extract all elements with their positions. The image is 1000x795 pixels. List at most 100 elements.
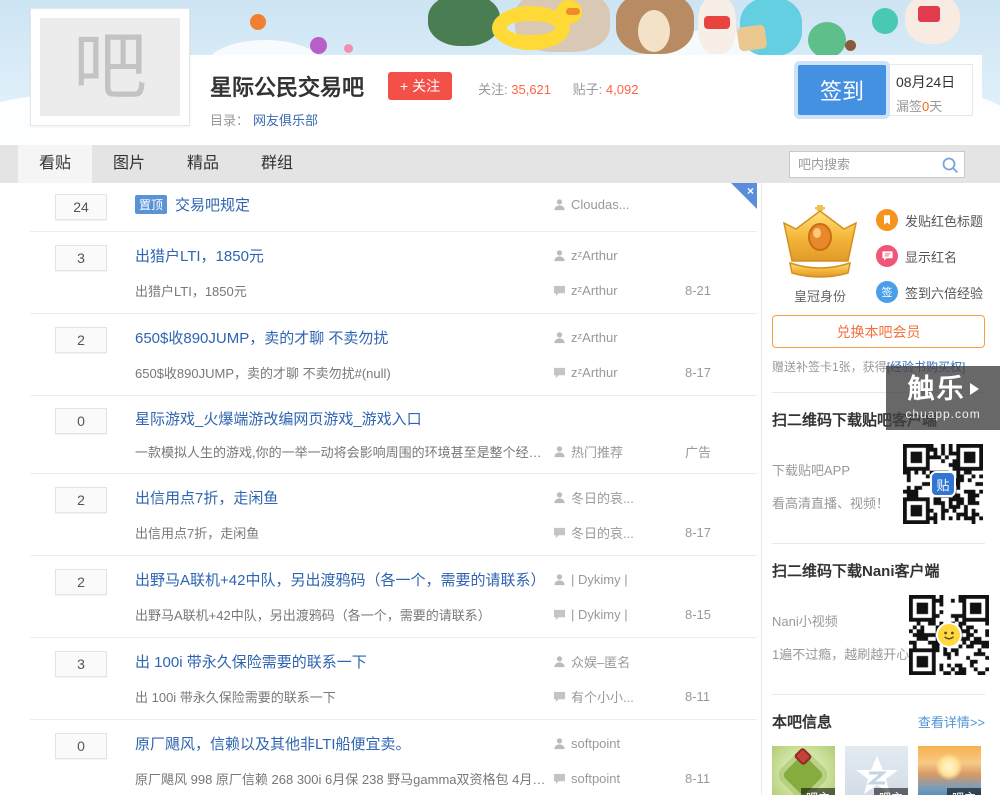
reply-count: 0 — [55, 733, 107, 759]
table-row: 2 出野马A联机+42中队，另出渡鸦码（各一个，需要的请联系） | Dykimy… — [30, 556, 757, 638]
thread-title[interactable]: 出 100i 带永久保险需要的联系一下 — [135, 651, 553, 672]
manager-item[interactable]: 吧主 Cloudas... — [772, 746, 835, 795]
tab-pictures[interactable]: 图片 — [92, 145, 166, 183]
thread-author[interactable]: zᶻArthur — [553, 330, 685, 345]
tab-bar: 看贴 图片 精品 群组 — [0, 145, 1000, 183]
manager-badge: 吧主 — [873, 788, 908, 795]
avatar: 吧主 — [772, 746, 835, 795]
last-replier[interactable]: zᶻArthur — [553, 365, 685, 380]
table-row: 2 出信用点7折，走闲鱼 冬日的哀... 出信用点7折，走闲鱼 冬日的哀... — [30, 474, 757, 556]
thread-title[interactable]: 出野马A联机+42中队，另出渡鸦码（各一个，需要的请联系） — [135, 569, 553, 590]
thread-abstract: 出信用点7折，走闲鱼 — [135, 526, 260, 541]
breadcrumb: 目录： 网友俱乐部 — [210, 110, 318, 129]
reply-icon — [553, 609, 566, 620]
last-reply-date: 8-21 — [685, 283, 712, 298]
tab-featured[interactable]: 精品 — [166, 145, 240, 183]
banner-character — [428, 0, 500, 46]
reply-count: 2 — [55, 487, 107, 513]
close-icon[interactable]: × — [731, 183, 757, 209]
thread-title[interactable]: 出信用点7折，走闲鱼 — [135, 487, 553, 508]
nani-qr-code — [909, 595, 990, 675]
crown-label: 皇冠身份 — [793, 289, 846, 304]
tieba-app-logo: 贴 — [930, 471, 956, 497]
tab-groups[interactable]: 群组 — [240, 145, 314, 183]
banner-dot — [845, 40, 856, 51]
pinned-badge: 置顶 — [135, 195, 168, 214]
last-replier[interactable]: | Dykimy | — [553, 607, 685, 622]
avatar: 吧主 — [918, 746, 981, 795]
avatar: 吧主 — [845, 746, 908, 795]
signin-button[interactable]: 签到 — [798, 65, 886, 115]
thread-abstract: 650$收890JUMP，卖的才聊 不卖勿扰#(null) — [135, 366, 391, 381]
reply-icon — [553, 691, 566, 702]
tieba-qr-line1: 下载贴吧APP — [772, 463, 851, 478]
last-replier[interactable]: zᶻArthur — [553, 283, 685, 298]
thread-author[interactable]: 热门推荐 — [553, 442, 685, 461]
manager-item[interactable]: 吧主 CloudasI... — [845, 746, 908, 795]
signin-missed-days: 漏签0天 — [896, 99, 943, 114]
member-privileges: 皇冠身份 发贴红色标题 显示红名 签 签到六倍经验 — [772, 203, 985, 305]
nani-qr-heading: 扫二维码下载Nani客户端 — [772, 563, 940, 580]
forum-avatar-placeholder: 吧 — [40, 18, 180, 116]
banner-swimsuit — [918, 6, 940, 22]
ad-label: 广告 — [685, 445, 712, 460]
nani-qr-line2: 1遍不过瘾，越刷越开心 — [772, 647, 910, 662]
thread-title[interactable]: 出猎户LTI，1850元 — [135, 245, 553, 266]
sidebar-divider — [772, 543, 985, 544]
thread-author[interactable]: Cloudas... — [553, 197, 685, 212]
sidebar-divider — [772, 694, 985, 695]
thread-author[interactable]: 众娱–匿名 — [553, 652, 685, 671]
thread-title[interactable]: 650$收890JUMP，卖的才聊 不卖勿扰 — [135, 327, 553, 348]
last-reply-date: 8-11 — [685, 771, 711, 786]
banner-bread — [736, 24, 768, 52]
post-count-value: 4,092 — [605, 82, 639, 97]
forum-managers: 吧主 Cloudas... 吧主 CloudasI... 吧主 — [772, 746, 985, 795]
forum-info-heading: 本吧信息 — [772, 714, 833, 731]
catalog-link[interactable]: 网友俱乐部 — [253, 113, 318, 128]
thread-author[interactable]: zᶻArthur — [553, 248, 685, 263]
thread-abstract: 原厂飓风 998 原厂信赖 268 300i 6月保 238 野马gamma双资… — [135, 772, 553, 787]
forum-avatar: 吧 — [30, 8, 190, 126]
user-icon — [554, 199, 565, 211]
thread-author[interactable]: | Dykimy | — [553, 572, 685, 587]
last-replier[interactable]: 有个小小... — [553, 687, 685, 706]
thread-author[interactable]: 冬日的哀... — [553, 488, 685, 507]
reply-icon — [553, 773, 566, 784]
last-replier[interactable]: softpoint — [553, 771, 685, 786]
thread-title[interactable]: 星际游戏_火爆端游改编网页游戏_游戏入口 — [135, 408, 737, 429]
thread-title[interactable]: 原厂飓风，信赖以及其他非LTI船便宜卖。 — [135, 733, 553, 754]
thread-abstract: 出 100i 带永久保险需要的联系一下 — [135, 690, 336, 705]
exchange-member-button[interactable]: 兑换本吧会员 — [772, 315, 985, 348]
banner-dot — [310, 37, 327, 54]
manager-badge: 吧主 — [800, 788, 835, 795]
sidebar: 皇冠身份 发贴红色标题 显示红名 签 签到六倍经验 兑换本吧会员 赠送补签卡1张… — [772, 183, 990, 795]
thread-abstract: 一款模拟人生的游戏,你的一举一动将会影响周围的环境甚至是整个经济系统!绚丽的..… — [135, 445, 553, 460]
reply-icon — [553, 285, 566, 296]
last-reply-date: 8-17 — [685, 525, 712, 540]
user-icon — [554, 492, 565, 504]
follow-button[interactable]: + 关注 — [388, 72, 453, 100]
thread-author[interactable]: softpoint — [553, 736, 685, 751]
reply-count: 2 — [55, 569, 107, 595]
last-reply-date: 8-17 — [685, 365, 712, 380]
manager-badge: 吧主 — [946, 788, 981, 795]
nani-app-logo — [936, 622, 963, 648]
thread-title[interactable]: 置顶 交易吧规定 — [135, 194, 553, 215]
search-input[interactable] — [790, 152, 930, 177]
last-reply-date: 8-15 — [685, 607, 712, 622]
view-details-link[interactable]: 查看详情>> — [918, 712, 985, 731]
search-icon[interactable] — [941, 156, 959, 174]
last-replier[interactable]: 冬日的哀... — [553, 523, 685, 542]
table-row: 2 650$收890JUMP，卖的才聊 不卖勿扰 zᶻArthur 650$收8… — [30, 314, 757, 396]
tab-posts[interactable]: 看贴 — [18, 145, 92, 183]
table-row-ad: 0 星际游戏_火爆端游改编网页游戏_游戏入口 一款模拟人生的游戏,你的一举一动将… — [30, 396, 757, 474]
table-row: 0 原厂飓风，信赖以及其他非LTI船便宜卖。 softpoint 原厂飓风 99… — [30, 720, 757, 795]
reply-count: 3 — [55, 245, 107, 271]
banner-dot — [250, 14, 266, 30]
manager-item[interactable]: 吧主 oXlIXIlo — [918, 746, 981, 795]
nani-qr-block: Nani小视频 1遍不过瘾，越刷越开心 — [772, 595, 990, 677]
banner-bunny-swimsuit — [704, 16, 730, 29]
banner-dot — [344, 44, 353, 53]
follow-count-value: 35,621 — [511, 82, 552, 97]
reply-count: 24 — [55, 194, 107, 220]
